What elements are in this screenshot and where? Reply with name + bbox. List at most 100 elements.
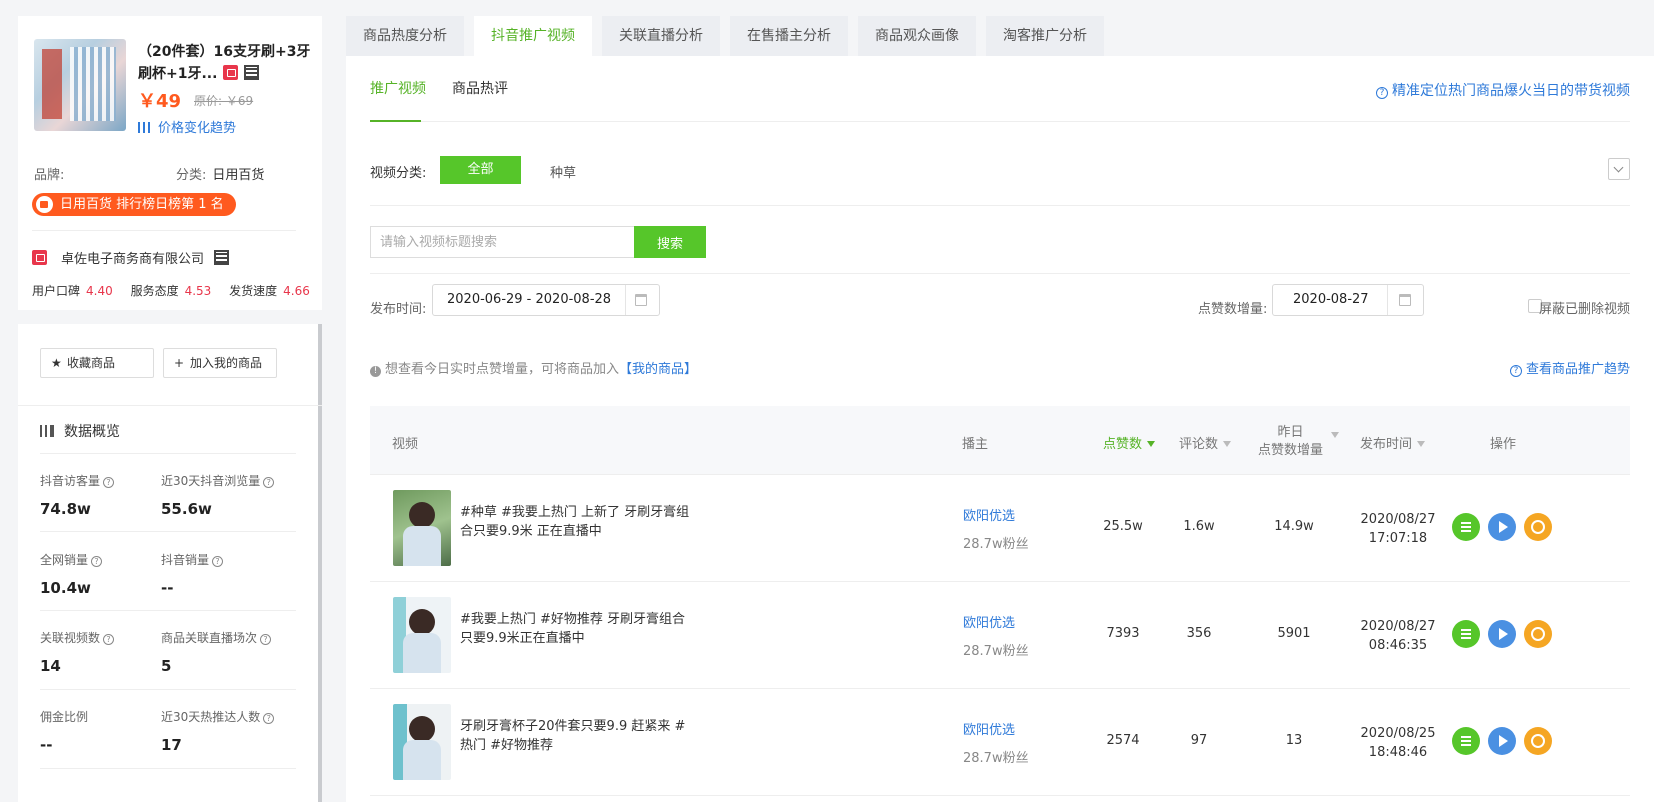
plus-icon: + bbox=[174, 356, 185, 370]
seller-name: 卓佐电子商务商有限公司 bbox=[61, 252, 205, 267]
likes-increase-label: 点赞数增量: bbox=[1198, 302, 1268, 317]
search-button[interactable]: 搜索 bbox=[634, 226, 706, 258]
help-icon[interactable]: ? bbox=[103, 634, 115, 645]
stat-douyin-sales: 抖音销量? -- bbox=[161, 551, 285, 597]
track-target-button[interactable] bbox=[1524, 727, 1552, 755]
my-products-link[interactable]: 【我的商品】 bbox=[619, 362, 697, 377]
tab-live-analysis[interactable]: 关联直播分析 bbox=[602, 16, 720, 56]
help-icon[interactable]: ? bbox=[260, 634, 272, 645]
hide-deleted-label[interactable]: 屏蔽已删除视频 bbox=[1539, 298, 1630, 317]
sort-icon bbox=[1331, 432, 1340, 438]
tab-taoke-analysis[interactable]: 淘客推广分析 bbox=[986, 16, 1104, 56]
divider bbox=[370, 121, 1630, 122]
qrcode-icon[interactable] bbox=[214, 250, 230, 265]
product-sidebar: （20件套）16支牙刷+3牙刷杯+1牙... ￥49 原价: ￥69 价格变化趋… bbox=[18, 16, 322, 802]
expand-toggle-icon[interactable] bbox=[1608, 158, 1630, 180]
divider bbox=[370, 273, 1630, 274]
sort-desc-icon bbox=[1147, 441, 1156, 447]
product-price: ￥49 bbox=[138, 91, 182, 112]
details-list-button[interactable] bbox=[1452, 727, 1480, 755]
shop-bag-icon bbox=[36, 196, 53, 213]
rank-badge[interactable]: 日用百货 排行榜日榜第 1 名 bbox=[32, 193, 236, 216]
table-row: 牙刷牙膏杯子20件套只要9.9 赶紧来 #热门 #好物推荐 欧阳优选 28.7w… bbox=[370, 689, 1630, 796]
promo-trend-link[interactable]: ? 查看商品推广趋势 bbox=[1509, 358, 1630, 377]
anchor-name[interactable]: 欧阳优选 bbox=[963, 719, 1015, 738]
active-tab-indicator bbox=[370, 120, 421, 122]
video-title[interactable]: #种草 #我要上热门 上新了 牙刷牙膏组合只要9.9米 正在直播中 bbox=[460, 503, 696, 541]
anchor-fans: 28.7w粉丝 bbox=[963, 537, 1029, 552]
video-search-input[interactable] bbox=[370, 226, 634, 258]
help-icon: ? bbox=[1509, 365, 1522, 377]
video-thumbnail[interactable] bbox=[393, 704, 451, 780]
divider bbox=[32, 230, 296, 231]
shop-icon[interactable] bbox=[223, 65, 239, 80]
stat-30d-views: 近30天抖音浏览量? 55.6w bbox=[161, 472, 285, 518]
table-row: #我要上热门 #好物推荐 牙刷牙膏组合只要9.9米正在直播中 欧阳优选 28.7… bbox=[370, 582, 1630, 689]
category-seeding-button[interactable]: 种草 bbox=[550, 162, 576, 181]
chart-icon bbox=[40, 425, 54, 437]
sidebar-scrollbar[interactable] bbox=[318, 324, 322, 802]
anchor-fans: 28.7w粉丝 bbox=[963, 644, 1029, 659]
publish-date-range-picker[interactable]: 2020-06-29 - 2020-08-28 bbox=[432, 284, 660, 316]
play-video-button[interactable] bbox=[1488, 727, 1516, 755]
help-icon[interactable]: ? bbox=[103, 477, 115, 488]
likes-date-picker[interactable]: 2020-08-27 bbox=[1272, 284, 1424, 316]
details-list-button[interactable] bbox=[1452, 620, 1480, 648]
video-panel: 推广视频 商品热评 ? 精准定位热门商品爆火当日的带货视频 视频分类: 全部 种草… bbox=[346, 56, 1654, 802]
help-icon[interactable]: ? bbox=[212, 556, 224, 567]
sort-icon bbox=[1223, 441, 1232, 447]
table-header: 视频 播主 点赞数 评论数 昨日 点赞数增量 发布时间 操作 bbox=[370, 406, 1630, 475]
category-filter-label: 视频分类: bbox=[370, 166, 427, 181]
col-publish-time-sort[interactable]: 发布时间 bbox=[1360, 433, 1426, 452]
qrcode-icon[interactable] bbox=[244, 65, 260, 80]
help-icon[interactable]: ? bbox=[91, 556, 103, 567]
col-comments-sort[interactable]: 评论数 bbox=[1179, 433, 1232, 452]
play-video-button[interactable] bbox=[1488, 620, 1516, 648]
anchor-fans: 28.7w粉丝 bbox=[963, 751, 1029, 766]
help-icon: ? bbox=[1376, 87, 1388, 99]
shop-icon bbox=[32, 250, 47, 265]
product-title[interactable]: （20件套）16支牙刷+3牙刷杯+1牙... bbox=[138, 41, 314, 85]
main-content: 商品热度分析 抖音推广视频 关联直播分析 在售播主分析 商品观众画像 淘客推广分… bbox=[346, 16, 1654, 802]
sort-icon bbox=[1417, 441, 1426, 447]
add-my-product-button[interactable]: + 加入我的商品 bbox=[163, 348, 277, 378]
details-list-button[interactable] bbox=[1452, 513, 1480, 541]
tab-audience-profile[interactable]: 商品观众画像 bbox=[858, 16, 976, 56]
seller-row[interactable]: 卓佐电子商务商有限公司 bbox=[32, 248, 230, 267]
col-likes-sort[interactable]: 点赞数 bbox=[1103, 433, 1156, 452]
overview-title: 数据概览 bbox=[40, 421, 120, 441]
subtab-promo-videos[interactable]: 推广视频 bbox=[370, 78, 426, 98]
stat-30d-influencers: 近30天热推达人数? 17 bbox=[161, 708, 301, 754]
original-price: 原价: ￥69 bbox=[194, 94, 254, 108]
anchor-name[interactable]: 欧阳优选 bbox=[963, 612, 1015, 631]
section-gap bbox=[18, 310, 322, 324]
price-trend-link[interactable]: 价格变化趋势 bbox=[138, 117, 236, 136]
tab-anchor-analysis[interactable]: 在售播主分析 bbox=[730, 16, 848, 56]
video-title[interactable]: #我要上热门 #好物推荐 牙刷牙膏组合只要9.9米正在直播中 bbox=[460, 610, 696, 648]
divider bbox=[40, 768, 296, 769]
play-video-button[interactable] bbox=[1488, 513, 1516, 541]
product-image[interactable] bbox=[34, 39, 126, 131]
track-target-button[interactable] bbox=[1524, 620, 1552, 648]
tab-product-heat[interactable]: 商品热度分析 bbox=[346, 16, 464, 56]
calendar-icon bbox=[1399, 294, 1411, 306]
comments-count: 97 bbox=[1190, 733, 1208, 748]
track-target-button[interactable] bbox=[1524, 513, 1552, 541]
seller-scores: 用户口碑 4.40 服务态度 4.53 发货速度 4.66 bbox=[32, 284, 310, 298]
divider bbox=[40, 453, 296, 454]
subtab-hot-comments[interactable]: 商品热评 bbox=[452, 78, 508, 98]
favorite-button[interactable]: ★ 收藏商品 bbox=[40, 348, 154, 378]
col-yesterday-increase-sort[interactable]: 昨日 点赞数增量 bbox=[1258, 424, 1340, 460]
category-all-button[interactable]: 全部 bbox=[440, 156, 521, 184]
divider bbox=[40, 531, 296, 532]
help-link[interactable]: ? 精准定位热门商品爆火当日的带货视频 bbox=[1376, 80, 1630, 100]
video-title[interactable]: 牙刷牙膏杯子20件套只要9.9 赶紧来 #热门 #好物推荐 bbox=[460, 717, 696, 755]
anchor-name[interactable]: 欧阳优选 bbox=[963, 505, 1015, 524]
video-thumbnail[interactable] bbox=[393, 597, 451, 673]
tab-douyin-videos[interactable]: 抖音推广视频 bbox=[474, 16, 592, 56]
help-icon[interactable]: ? bbox=[263, 477, 275, 488]
video-thumbnail[interactable] bbox=[393, 490, 451, 566]
table-row: #种草 #我要上热门 上新了 牙刷牙膏组合只要9.9米 正在直播中 欧阳优选 2… bbox=[370, 475, 1630, 582]
help-icon[interactable]: ? bbox=[263, 713, 275, 724]
comments-count: 356 bbox=[1186, 626, 1212, 641]
